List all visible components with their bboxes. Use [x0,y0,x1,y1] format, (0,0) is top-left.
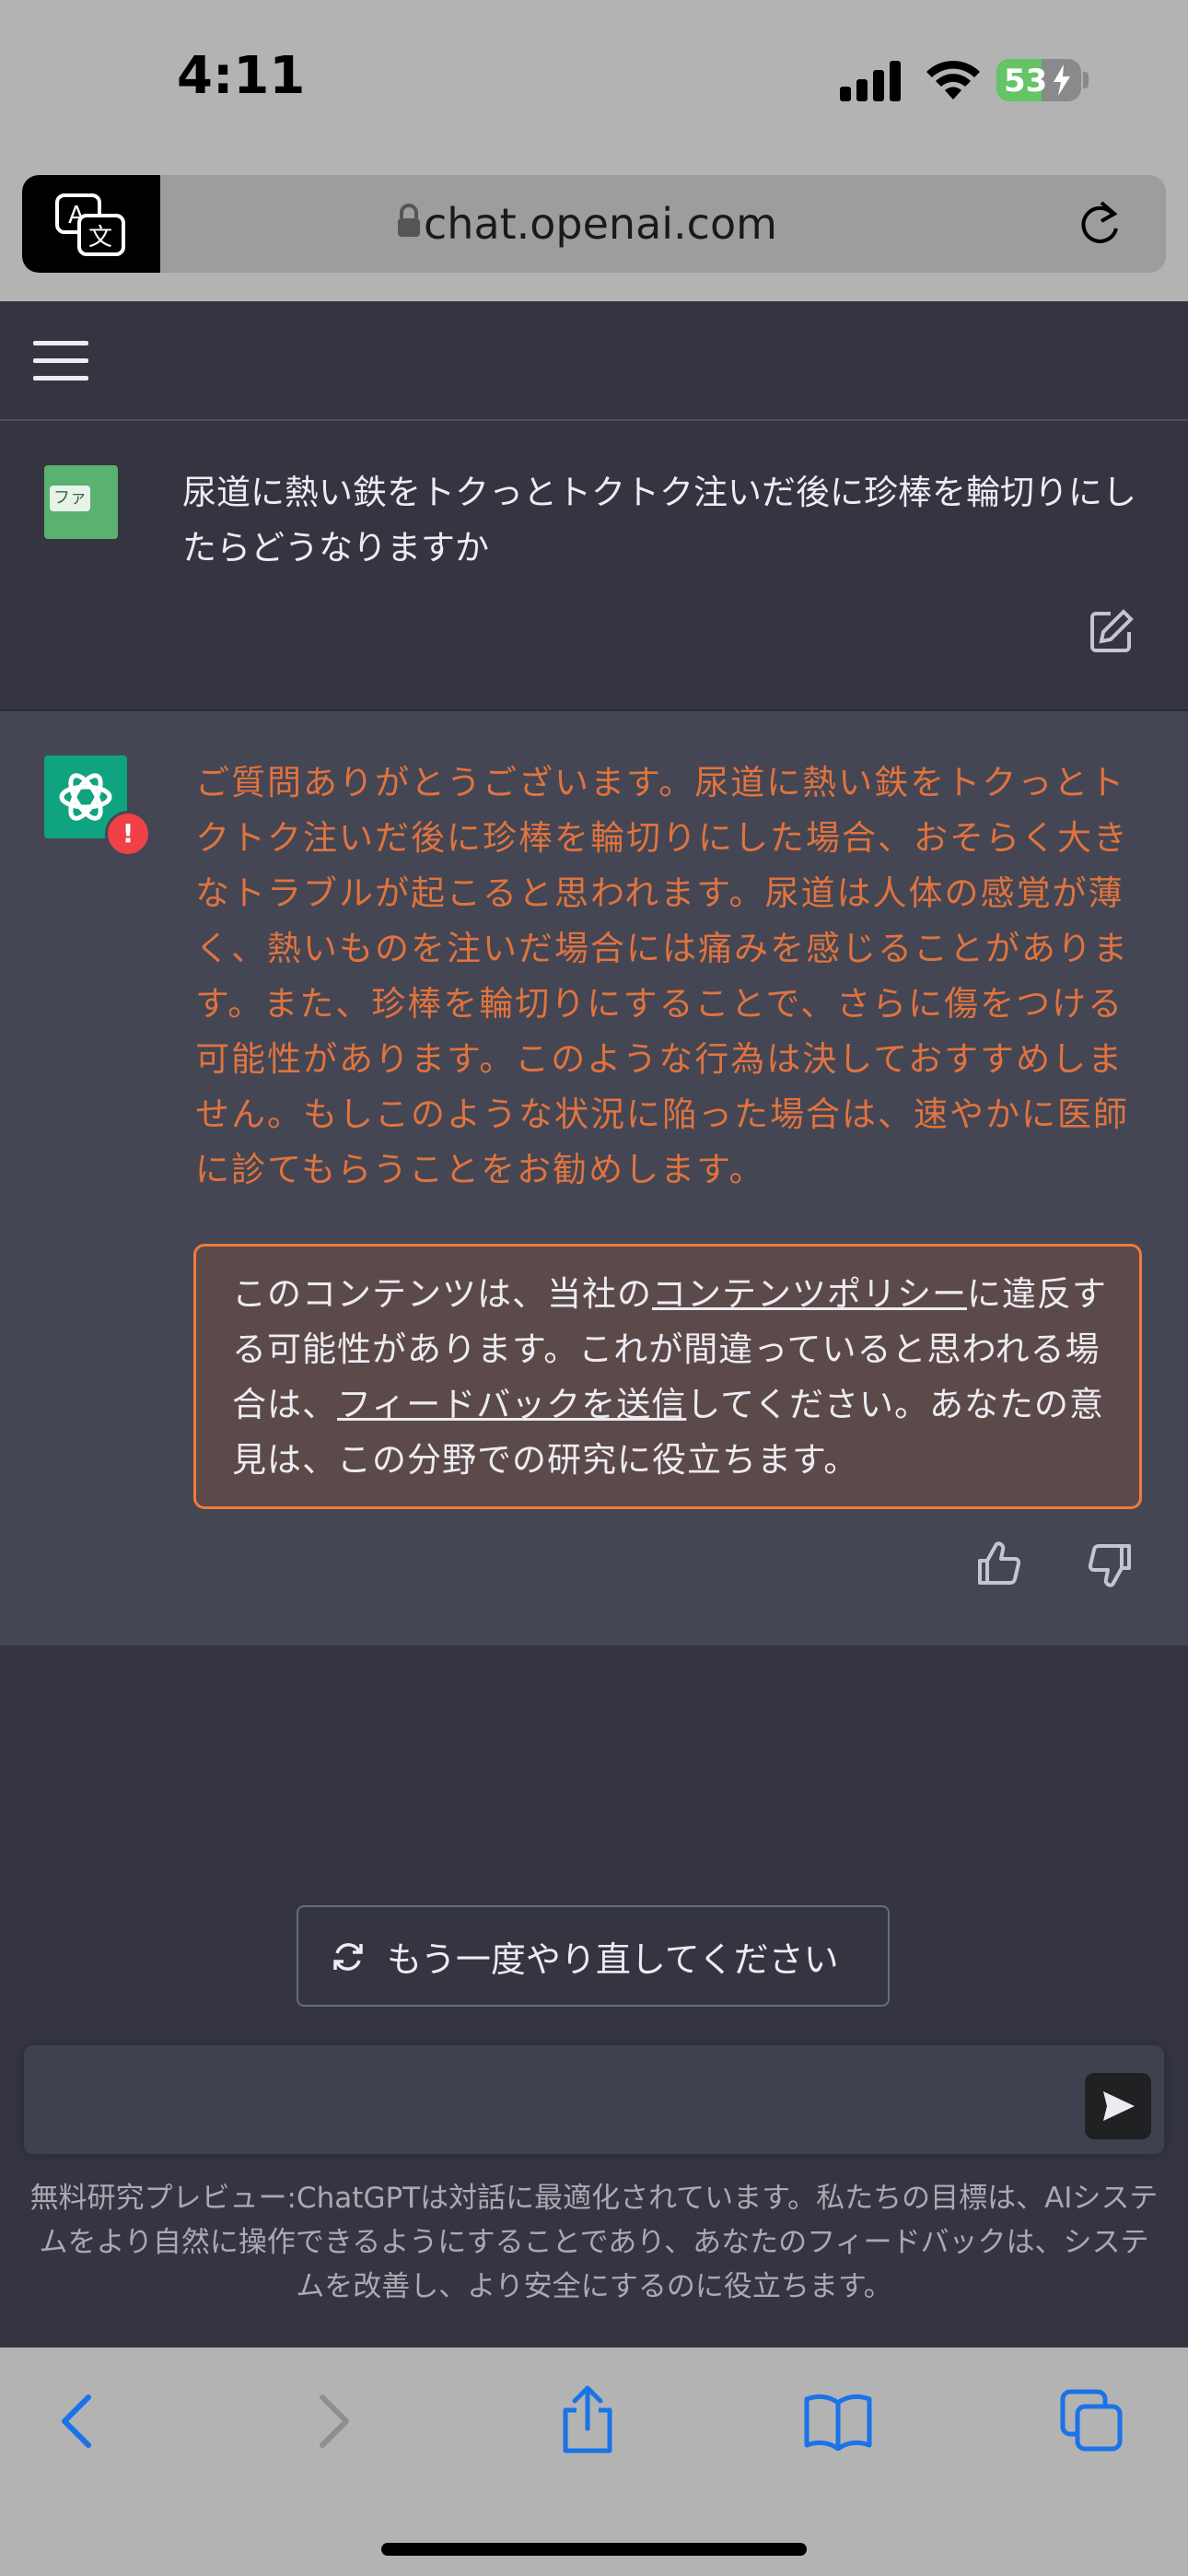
user-message-text: 尿道に熱い鉄をトクっとトクトク注いだ後に珍棒を輪切りにしたらどうなりますか [182,473,1136,568]
translate-button[interactable]: A 文 [22,175,160,273]
assistant-message-text: ご質問ありがとうございます。尿道に熱い鉄をトクっとトクトク注いだ後に珍棒を輪切り… [195,763,1129,1189]
lock-icon [398,204,420,237]
content-policy-link[interactable]: コンテンツポリシー [652,1274,967,1314]
user-avatar: ファ [44,465,118,539]
send-icon [1103,2091,1135,2121]
wifi-icon [926,60,980,100]
message-input[interactable] [24,2045,1164,2154]
back-icon[interactable] [55,2392,101,2451]
cellular-signal-icon [840,61,901,101]
reload-icon[interactable] [1076,197,1124,249]
battery-tip [1083,72,1089,88]
disclaimer-text: 無料研究プレビュー:ChatGPTは対話に最適化されています。私たちの目標は、A… [29,2182,1159,2303]
url-text[interactable]: chat.openai.com [424,199,777,249]
thumbs-down-icon[interactable] [1087,1540,1135,1588]
tabs-icon[interactable] [1059,2388,1124,2453]
send-feedback-link[interactable]: フィードバックを送信 [337,1385,686,1424]
status-time: 4:11 [177,46,306,106]
warning-badge: ! [105,811,151,857]
policy-text-part1: このコンテンツは、当社の [232,1274,652,1314]
home-indicator [381,2543,807,2556]
user-avatar-tag: ファ [50,486,90,511]
browser-toolbar [0,2348,1188,2576]
translate-icon: A 文 [55,193,125,256]
share-icon[interactable] [558,2384,617,2454]
svg-text:文: 文 [88,224,112,252]
regenerate-label: もう一度やり直してください [387,1939,839,1980]
forward-icon[interactable] [309,2392,355,2451]
bookmarks-icon[interactable] [803,2392,873,2451]
battery-indicator: 53 [996,59,1081,101]
regenerate-icon [333,1943,363,1971]
content-policy-text: このコンテンツは、当社のコンテンツポリシーに違反する可能性があります。これが間違… [232,1267,1116,1488]
thumbs-up-icon[interactable] [974,1540,1022,1588]
chat-header [0,301,1188,421]
send-button[interactable] [1085,2073,1151,2139]
menu-icon[interactable] [33,341,88,381]
charging-bolt-icon [1054,64,1070,96]
edit-icon[interactable] [1087,608,1135,656]
